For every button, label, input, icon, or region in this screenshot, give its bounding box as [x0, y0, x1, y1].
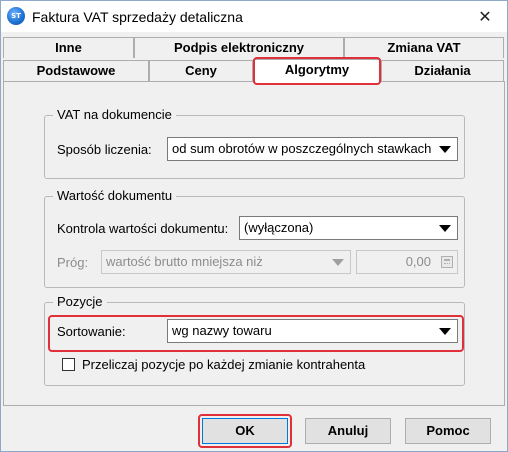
tab-algorytmy[interactable]: Algorytmy — [253, 59, 381, 83]
dialog-window: ST Faktura VAT sprzedaży detaliczna ✕ In… — [0, 0, 508, 452]
chevron-down-icon — [439, 146, 451, 153]
app-logo-icon: ST — [7, 7, 25, 25]
window-title: Faktura VAT sprzedaży detaliczna — [32, 9, 243, 25]
chevron-down-icon — [439, 225, 451, 232]
close-icon: ✕ — [478, 7, 492, 26]
threshold-condition-select[interactable]: wartość brutto mniejsza niż — [101, 250, 351, 274]
chevron-down-icon — [332, 259, 344, 266]
threshold-amount-value: 0,00 — [405, 254, 431, 269]
threshold-amount-input[interactable]: 0,00 — [356, 250, 458, 274]
vat-group: VAT na dokumencie Sposób liczenia: od su… — [44, 107, 465, 179]
value-control-value: (wyłączona) — [244, 220, 314, 235]
value-control-select[interactable]: (wyłączona) — [239, 216, 458, 240]
sorting-label: Sortowanie: — [57, 324, 126, 339]
recalc-positions-checkbox[interactable] — [62, 358, 75, 371]
cancel-button[interactable]: Anuluj — [305, 418, 391, 444]
calculation-method-value: od sum obrotów w poszczególnych stawkach — [172, 141, 432, 156]
ok-button[interactable]: OK — [202, 418, 288, 444]
document-value-group-title: Wartość dokumentu — [53, 188, 177, 203]
threshold-condition-value: wartość brutto mniejsza niż — [106, 254, 263, 269]
sorting-value: wg nazwy towaru — [172, 323, 272, 338]
calculation-method-select[interactable]: od sum obrotów w poszczególnych stawkach — [167, 137, 458, 161]
tab-podpis-elektroniczny[interactable]: Podpis elektroniczny — [134, 37, 344, 58]
document-value-group: Wartość dokumentu Kontrola wartości doku… — [44, 188, 465, 288]
close-button[interactable]: ✕ — [463, 1, 507, 32]
tab-inne[interactable]: Inne — [3, 37, 134, 58]
tab-panel-algorytmy: VAT na dokumencie Sposób liczenia: od su… — [3, 81, 505, 406]
tab-dzialania[interactable]: Działania — [381, 60, 504, 81]
calculation-method-label: Sposób liczenia: — [57, 142, 152, 157]
chevron-down-icon — [439, 328, 451, 335]
tab-zmiana-vat[interactable]: Zmiana VAT — [344, 37, 504, 58]
recalc-positions-label: Przeliczaj pozycje po każdej zmianie kon… — [82, 357, 366, 372]
value-control-label: Kontrola wartości dokumentu: — [57, 221, 229, 236]
threshold-label: Próg: — [57, 255, 89, 270]
tab-podstawowe[interactable]: Podstawowe — [3, 60, 149, 81]
title-bar[interactable]: ST Faktura VAT sprzedaży detaliczna ✕ — [1, 1, 507, 32]
sorting-select[interactable]: wg nazwy towaru — [167, 319, 458, 343]
positions-group: Pozycje Sortowanie: wg nazwy towaru Prze… — [44, 294, 465, 386]
positions-group-title: Pozycje — [53, 294, 107, 309]
tab-ceny[interactable]: Ceny — [149, 60, 253, 81]
vat-group-title: VAT na dokumencie — [53, 107, 176, 122]
calculator-icon[interactable] — [441, 256, 453, 268]
help-button[interactable]: Pomoc — [405, 418, 491, 444]
